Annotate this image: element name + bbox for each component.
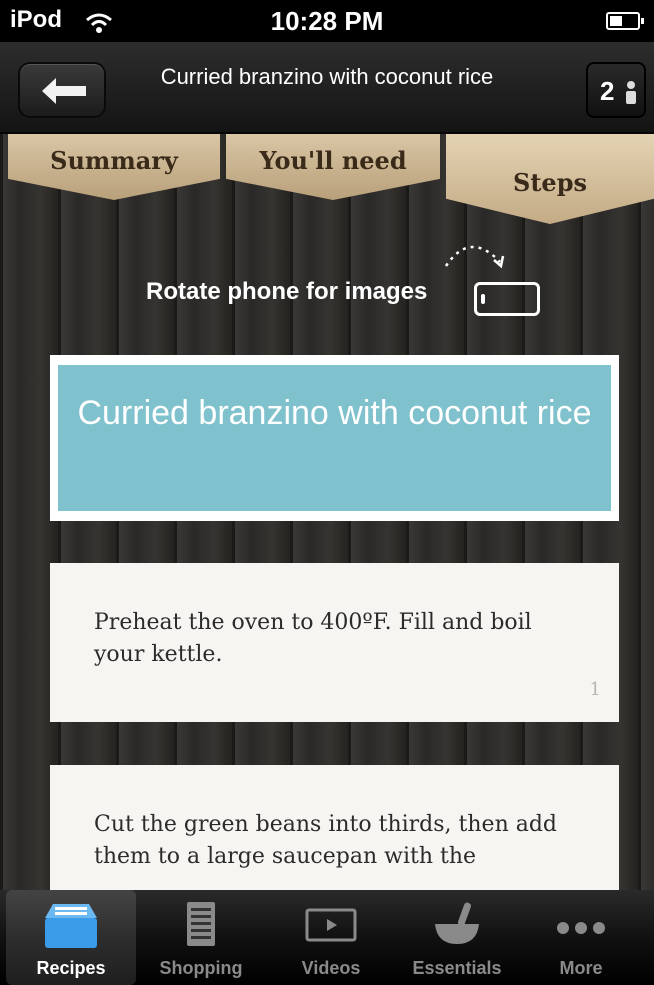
recipe-title: Curried branzino with coconut rice [58,365,611,511]
navigation-bar: Curried branzino with coconut rice 2 [0,42,654,134]
mortar-pestle-icon [435,902,479,944]
back-button[interactable] [18,62,106,118]
servings-count: 2 [600,76,615,106]
rotate-phone-icon [474,282,540,316]
tab-label: Videos [301,958,361,978]
tab-essentials[interactable]: Essentials [392,890,522,985]
status-time: 10:28 PM [270,6,384,36]
tab-recipes[interactable]: Recipes [6,890,136,985]
tab-label: Essentials [412,958,502,978]
step-text: Preheat the oven to 400ºF. Fill and boil… [94,610,532,667]
tab-videos[interactable]: Videos [266,890,396,985]
tab-label: Shopping [159,958,243,978]
person-icon [626,81,636,104]
page-title: Curried branzino with coconut rice [160,64,494,89]
recipe-title-card: Curried branzino with coconut rice [50,355,619,521]
tab-label: More [559,958,603,978]
battery-icon [606,12,644,30]
tab-bar: Recipes Shopping Videos Essentials More [0,890,654,985]
step-card: Preheat the oven to 400ºF. Fill and boil… [50,563,619,722]
step-card: Cut the green beans into thirds, then ad… [50,765,619,890]
tab-more[interactable]: More [516,890,646,985]
shopping-list-icon [187,902,215,946]
servings-button[interactable]: 2 [586,62,646,118]
status-bar: iPod 10:28 PM [0,0,654,42]
video-icon [305,908,357,942]
tab-label: Recipes [36,958,106,978]
back-arrow-icon [42,78,86,104]
rotate-arc-icon [444,245,505,269]
recipe-box-icon [45,904,97,948]
more-dots-icon [557,922,605,934]
tab-shopping[interactable]: Shopping [136,890,266,985]
rotate-hint: Rotate phone for images [146,278,428,305]
step-number: 1 [589,679,601,700]
step-text: Cut the green beans into thirds, then ad… [94,812,558,869]
